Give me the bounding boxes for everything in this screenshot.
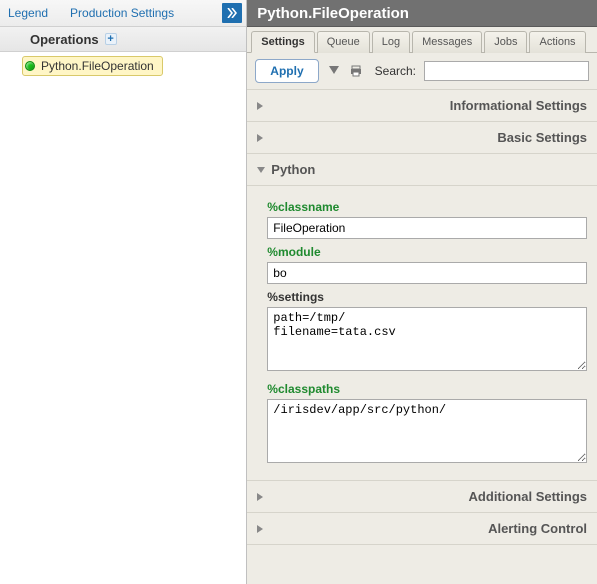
operations-title: Operations — [30, 32, 99, 47]
settings-label: %settings — [267, 290, 587, 304]
chevron-down-icon — [257, 167, 265, 173]
tree-item-label: Python.FileOperation — [41, 59, 154, 73]
module-input[interactable] — [267, 262, 587, 284]
tree-item-python-fileoperation[interactable]: Python.FileOperation — [22, 56, 163, 76]
settings-textarea[interactable] — [267, 307, 587, 371]
section-label: Basic Settings — [497, 130, 587, 145]
chevron-right-icon — [257, 134, 491, 142]
tab-settings[interactable]: Settings — [251, 31, 314, 53]
section-informational[interactable]: Informational Settings — [247, 90, 597, 122]
section-label: Alerting Control — [488, 521, 587, 536]
operations-tree: Python.FileOperation — [0, 52, 246, 584]
section-alerting[interactable]: Alerting Control — [247, 513, 597, 545]
left-panel: Legend Production Settings Operations + … — [0, 0, 247, 584]
tab-queue[interactable]: Queue — [317, 31, 370, 53]
tab-jobs[interactable]: Jobs — [484, 31, 527, 53]
classname-label: %classname — [267, 200, 587, 214]
production-settings-link[interactable]: Production Settings — [70, 6, 174, 20]
apply-button[interactable]: Apply — [255, 59, 318, 83]
legend-link[interactable]: Legend — [8, 6, 48, 20]
tab-actions[interactable]: Actions — [529, 31, 585, 53]
status-dot-icon — [25, 61, 35, 71]
chevron-right-icon — [257, 525, 482, 533]
section-basic[interactable]: Basic Settings — [247, 122, 597, 154]
settings-sections: Informational Settings Basic Settings Py… — [247, 90, 597, 584]
classpaths-textarea[interactable] — [267, 399, 587, 463]
section-additional[interactable]: Additional Settings — [247, 481, 597, 513]
add-operation-button[interactable]: + — [105, 33, 117, 45]
classname-input[interactable] — [267, 217, 587, 239]
operations-header: Operations + — [0, 27, 246, 52]
classpaths-label: %classpaths — [267, 382, 587, 396]
chevron-right-icon — [257, 102, 443, 110]
section-python-body: %classname %module %settings %classpaths — [247, 186, 597, 481]
left-toolbar: Legend Production Settings — [0, 0, 246, 27]
search-label: Search: — [375, 64, 416, 78]
settings-toolbar: Apply Search: — [247, 53, 597, 90]
chevron-right-icon — [257, 493, 462, 501]
right-panel: Python.FileOperation Settings Queue Log … — [247, 0, 597, 584]
tab-bar: Settings Queue Log Messages Jobs Actions — [247, 27, 597, 53]
print-icon[interactable] — [349, 64, 363, 78]
section-label: Python — [271, 162, 315, 177]
search-input[interactable] — [424, 61, 589, 81]
module-label: %module — [267, 245, 587, 259]
filter-icon[interactable] — [327, 64, 341, 78]
section-label: Additional Settings — [469, 489, 587, 504]
tab-messages[interactable]: Messages — [412, 31, 482, 53]
page-title: Python.FileOperation — [247, 0, 597, 27]
section-label: Informational Settings — [450, 98, 587, 113]
chevron-right-icon — [227, 8, 237, 18]
section-python[interactable]: Python — [247, 154, 597, 186]
collapse-panel-button[interactable] — [222, 3, 242, 23]
tab-log[interactable]: Log — [372, 31, 410, 53]
